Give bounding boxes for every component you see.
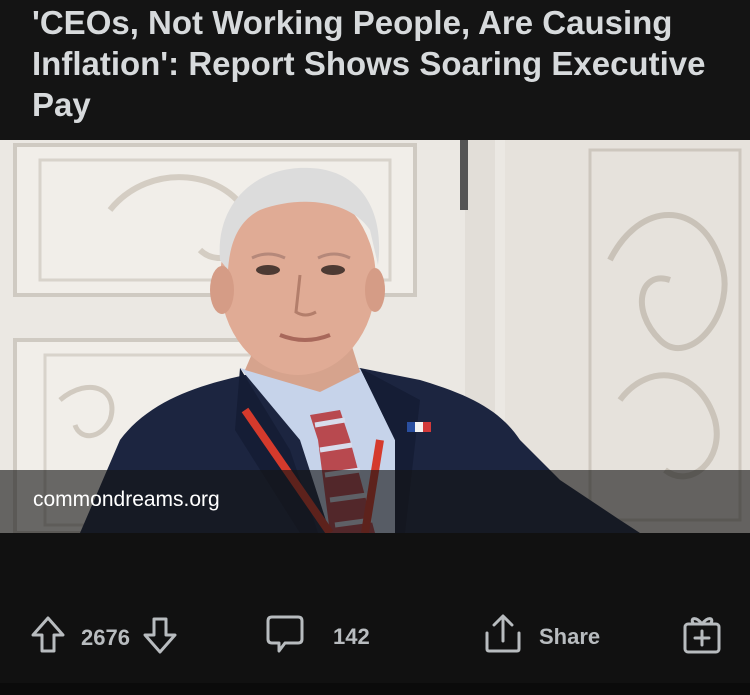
comments-button[interactable]: 142 <box>265 613 370 661</box>
vote-count: 2676 <box>81 625 130 650</box>
award-button[interactable] <box>682 612 722 662</box>
share-label: Share <box>539 624 601 649</box>
post-action-bar: 2676 142 Share <box>0 603 750 673</box>
comment-bubble-icon <box>265 613 305 661</box>
post-header: 'CEOs, Not Working People, Are Causing I… <box>0 0 750 140</box>
vote-group: 2676 <box>30 615 178 661</box>
upvote-arrow-icon[interactable] <box>30 615 66 661</box>
award-gift-icon <box>682 612 722 662</box>
downvote-arrow-icon[interactable] <box>142 615 178 661</box>
link-domain[interactable]: commondreams.org <box>33 488 220 512</box>
comment-count: 142 <box>333 624 370 649</box>
share-icon <box>483 613 523 661</box>
link-domain-bar[interactable]: commondreams.org <box>0 470 750 533</box>
share-button[interactable]: Share <box>483 613 600 661</box>
bottom-divider <box>0 683 750 695</box>
post-title[interactable]: 'CEOs, Not Working People, Are Causing I… <box>32 2 732 125</box>
spacer <box>0 533 750 603</box>
